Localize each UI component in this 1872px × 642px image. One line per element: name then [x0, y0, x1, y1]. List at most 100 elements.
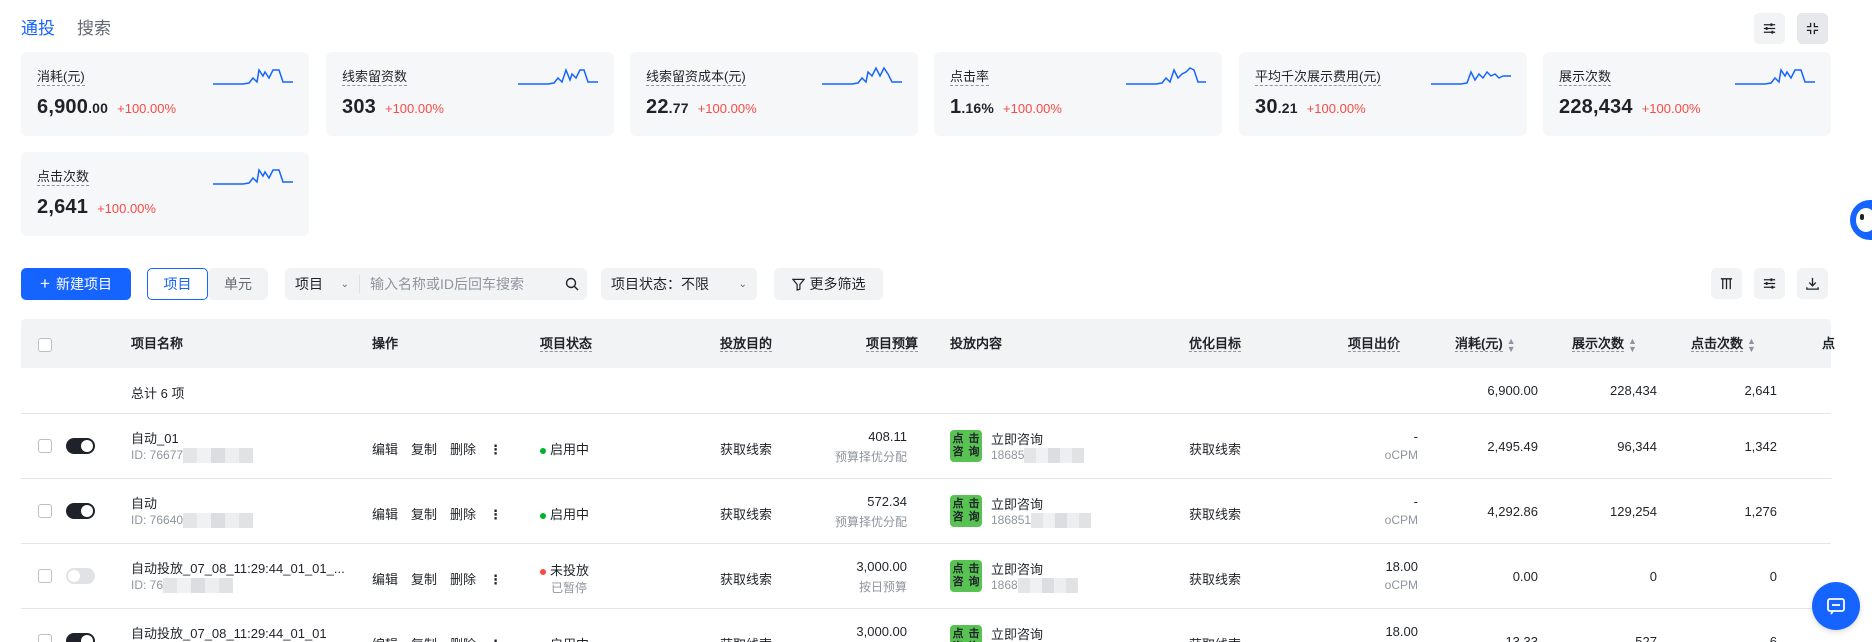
table-row[interactable]: 自动 ID: 76640 编辑 复制 删除 ⋮ 启用中 获取线索 572.34 预算择优分配 点击咨… [21, 479, 1831, 544]
metric-card[interactable]: 平均千次展示费用(元) 30.21 +100.00% [1239, 52, 1527, 136]
sparkline-icon [518, 67, 598, 85]
copy-button[interactable]: 复制 [411, 572, 437, 587]
delete-button[interactable]: 删除 [450, 637, 476, 642]
metric-label: 点击率 [950, 69, 990, 86]
th-content: 投放内容 [950, 336, 1003, 351]
project-name-link[interactable]: 自动投放_07_08_11:29:44_01_01 [131, 623, 327, 642]
chat-button[interactable] [1812, 582, 1860, 630]
metric-label: 平均千次展示费用(元) [1255, 69, 1381, 86]
edit-button[interactable]: 编辑 [372, 507, 398, 522]
assistant-avatar[interactable] [1850, 200, 1872, 240]
more-vertical-icon[interactable]: ⋮ [489, 442, 502, 457]
th-impressions[interactable]: 展示次数 ▲ ▼ [1572, 319, 1637, 368]
metric-card[interactable]: 点击次数 2,641 +100.00% [21, 152, 309, 236]
status-toggle[interactable] [66, 633, 95, 642]
budget-type: 按日预算 [858, 580, 907, 594]
sparkline-icon [1735, 68, 1815, 85]
project-name-link[interactable]: 自动_01 [131, 428, 179, 447]
download-button[interactable] [1797, 268, 1828, 299]
opt-value: 获取线索 [1189, 507, 1242, 522]
column-settings-button[interactable] [1711, 268, 1742, 299]
content-title: 立即咨询 [991, 497, 1044, 512]
copy-button[interactable]: 复制 [411, 507, 437, 522]
assistant-face-icon [1856, 208, 1872, 232]
delete-button[interactable]: 删除 [450, 442, 476, 457]
delete-button[interactable]: 删除 [450, 507, 476, 522]
metric-card[interactable]: 消耗(元) 6,900.00 +100.00% [21, 52, 309, 136]
redacted-mask [1031, 513, 1092, 529]
redacted-mask [1017, 578, 1078, 594]
search-box: 项目 ⌄ [285, 268, 587, 300]
budget-value: 3,000.00 [856, 624, 907, 639]
creative-thumbnail[interactable]: 点击咨询 [950, 625, 982, 642]
table-row[interactable]: 自动投放_07_08_11:29:44_01_01 编辑 复制 删除 ⋮ 启用中 获取线索 3… [21, 609, 1831, 642]
select-all-checkbox[interactable] [38, 319, 52, 368]
row-actions: 编辑复制删除 ⋮ [372, 504, 515, 523]
creative-thumbnail[interactable]: 点击咨询 [950, 495, 982, 527]
clicks-value: 1,342 [1744, 439, 1777, 454]
seg-unit[interactable]: 单元 [208, 268, 268, 300]
metric-card[interactable]: 展示次数 228,434 +100.00% [1543, 52, 1831, 136]
tab-search[interactable]: 搜索 [77, 16, 111, 42]
edit-button[interactable]: 编辑 [372, 572, 398, 587]
creative-thumbnail[interactable]: 点击咨询 [950, 560, 982, 592]
more-vertical-icon[interactable]: ⋮ [489, 637, 502, 642]
more-vertical-icon[interactable]: ⋮ [489, 572, 502, 587]
table-settings-button[interactable] [1754, 268, 1785, 299]
status-toggle[interactable] [66, 438, 95, 454]
metric-settings-button[interactable] [1754, 13, 1785, 44]
seg-project[interactable]: 项目 [147, 268, 208, 300]
status-toggle[interactable] [66, 503, 95, 519]
collapse-button[interactable] [1797, 13, 1828, 44]
status-badge: 启用中 [540, 439, 589, 458]
search-type-select[interactable]: 项目 ⌄ [285, 275, 360, 293]
edit-button[interactable]: 编辑 [372, 442, 398, 457]
project-name-link[interactable]: 自动 [131, 493, 157, 512]
new-project-button[interactable]: + 新建项目 [21, 268, 131, 300]
cost-value: 4,292.86 [1487, 504, 1538, 519]
copy-button[interactable]: 复制 [411, 637, 437, 642]
creative-thumbnail[interactable]: 点击咨询 [950, 430, 982, 462]
cost-value: 13.33 [1505, 634, 1538, 642]
sparkline-icon [1431, 70, 1511, 85]
more-vertical-icon[interactable]: ⋮ [489, 507, 502, 522]
th-clicks[interactable]: 点击次数 ▲ ▼ [1691, 319, 1756, 368]
row-checkbox[interactable] [38, 439, 52, 456]
th-opt: 优化目标 [1189, 336, 1242, 352]
row-checkbox[interactable] [38, 504, 52, 521]
metric-value: 1.16% +100.00% [950, 96, 1062, 118]
metric-value: 2,641 +100.00% [37, 196, 156, 218]
metric-card[interactable]: 点击率 1.16% +100.00% [934, 52, 1222, 136]
metric-change: +100.00% [1306, 101, 1366, 116]
bid-value: 18.00 [1385, 624, 1418, 639]
status-filter-select[interactable]: 项目状态：不限 ⌄ [601, 268, 757, 300]
th-cost[interactable]: 消耗(元) ▲ ▼ [1455, 319, 1516, 368]
table-row[interactable]: 自动投放_07_08_11:29:44_01_01_... ID: 76 编辑 复制删… [21, 544, 1831, 609]
project-name-link[interactable]: 自动投放_07_08_11:29:44_01_01_... [131, 558, 345, 577]
search-icon[interactable] [557, 277, 587, 291]
content-title: 立即咨询 [991, 627, 1044, 642]
table-row[interactable]: 自动_01 ID: 76677 编辑 复制 删除 ⋮ 启用中 获取线索 408.11 预算择优分配… [21, 414, 1831, 479]
budget-value: 572.34 [867, 494, 907, 509]
metric-value: 6,900.00 +100.00% [37, 96, 177, 118]
redacted-mask [183, 513, 254, 529]
edit-button[interactable]: 编辑 [372, 637, 398, 642]
metric-label: 点击次数 [37, 169, 90, 186]
more-filter-button[interactable]: 更多筛选 [774, 268, 883, 300]
row-actions: 编辑复制删除 ⋮ [372, 439, 515, 458]
search-input[interactable] [360, 276, 557, 292]
status-badge: 未投放 [540, 560, 589, 579]
row-checkbox[interactable] [38, 634, 52, 642]
metric-card[interactable]: 线索留资成本(元) 22.77 +100.00% [630, 52, 918, 136]
tab-general[interactable]: 通投 [21, 16, 55, 42]
bid-value: 18.00 [1385, 559, 1418, 574]
copy-button[interactable]: 复制 [411, 442, 437, 457]
metric-card[interactable]: 线索留资数 303 +100.00% [326, 52, 614, 136]
bid-type: oCPM [1384, 513, 1418, 527]
row-checkbox[interactable] [38, 569, 52, 586]
total-cost: 6,900.00 [1487, 383, 1538, 398]
status-toggle[interactable] [66, 568, 95, 584]
clicks-value: 1,276 [1744, 504, 1777, 519]
delete-button[interactable]: 删除 [450, 572, 476, 587]
sparkline-icon [213, 68, 293, 85]
